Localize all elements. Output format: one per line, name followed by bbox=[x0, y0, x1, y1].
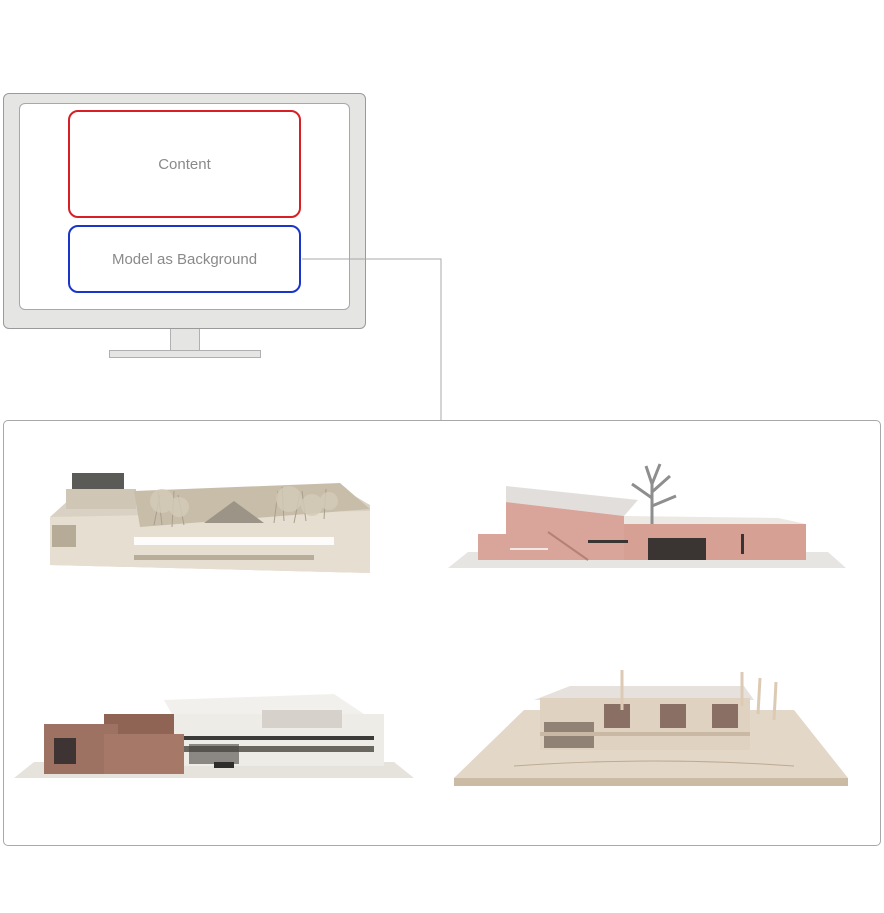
brick-and-white-complex-model bbox=[14, 694, 414, 778]
pink-gallery-model-with-tree bbox=[448, 463, 846, 568]
three-window-pavilion-model bbox=[454, 670, 848, 786]
courtyard-building-model bbox=[50, 473, 370, 573]
